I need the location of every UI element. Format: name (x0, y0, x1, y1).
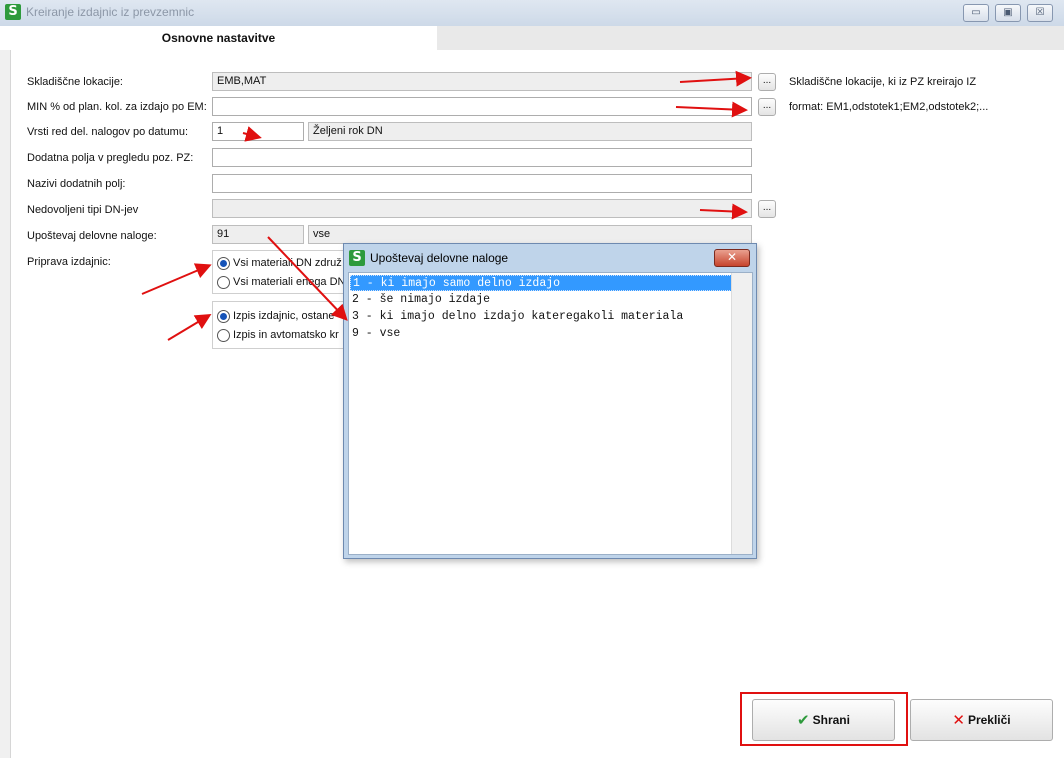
upostevaj-description: vse (308, 225, 752, 244)
skladiscne-lokacije-browse-button[interactable]: ... (758, 73, 776, 91)
min-procent-hint: format: EM1,odstotek1;EM2,odstotek2;... (789, 101, 989, 113)
list-item[interactable]: 1 - ki imajo samo delno izdajo (350, 275, 732, 291)
list-item[interactable]: 3 - ki imajo delno izdajo kateregakoli m… (350, 309, 734, 325)
vrsti-red-description: Željeni rok DN (308, 122, 752, 141)
min-procent-browse-button[interactable]: ... (758, 98, 776, 116)
checkmark-icon: ✔ (797, 712, 810, 729)
nazivi-polj-label: Nazivi dodatnih polj: (27, 178, 126, 190)
skladiscne-lokacije-label: Skladiščne lokacije: (27, 76, 123, 88)
radio-selected-icon[interactable] (217, 256, 230, 270)
skladiscne-lokacije-field[interactable]: EMB,MAT (212, 72, 752, 91)
dialog-list[interactable]: 1 - ki imajo samo delno izdajo 2 - še ni… (348, 272, 753, 555)
radio-selected-icon[interactable] (217, 309, 230, 323)
priprava-radio-group: Vsi materiali DN združ Vsi materiali ene… (212, 250, 354, 294)
cancel-button[interactable]: ✕ Prekliči (910, 699, 1053, 741)
app-logo-icon: S (349, 250, 365, 266)
radio-unselected-icon[interactable] (217, 275, 230, 289)
upostevaj-field[interactable]: 91 (212, 225, 304, 244)
radio-unselected-icon[interactable] (217, 328, 230, 342)
maximize-button[interactable]: ▣ (995, 4, 1021, 22)
izpis-option-2[interactable]: Izpis in avtomatsko kr (217, 326, 339, 344)
cross-icon: ✕ (952, 712, 965, 729)
izpis-option-1[interactable]: Izpis izdajnic, ostane (217, 307, 335, 325)
save-button[interactable]: ✔ Shrani (752, 699, 895, 741)
minimize-button[interactable]: ▭ (963, 4, 989, 22)
nazivi-polj-field[interactable] (212, 174, 752, 193)
vrsti-red-field[interactable]: 1 (212, 122, 304, 141)
tab-osnovne-nastavitve[interactable]: Osnovne nastavitve (0, 26, 438, 50)
vrsti-red-label: Vrsti red del. nalogov po datumu: (27, 126, 189, 138)
window-title: Kreiranje izdajnic iz prevzemnic (26, 5, 195, 19)
tab-empty-2 (751, 26, 1064, 51)
priprava-option-1[interactable]: Vsi materiali DN združ (217, 254, 342, 272)
dialog-scrollbar[interactable] (731, 273, 752, 554)
app-logo-icon: S (5, 4, 21, 20)
tab-strip: Osnovne nastavitve (0, 26, 1064, 51)
izpis-radio-group: Izpis izdajnic, ostane Izpis in avtomats… (212, 301, 354, 349)
priprava-option-2[interactable]: Vsi materiali enega DN (217, 273, 346, 291)
list-item[interactable]: 9 - vse (350, 326, 734, 342)
skladiscne-lokacije-hint: Skladiščne lokacije, ki iz PZ kreirajo I… (789, 76, 977, 88)
tab-empty-1 (437, 26, 752, 51)
upostevaj-label: Upoštevaj delovne naloge: (27, 230, 157, 242)
min-procent-label: MIN % od plan. kol. za izdajo po EM: (27, 101, 207, 113)
close-button[interactable]: ☒ (1027, 4, 1053, 22)
dialog-title: Upoštevaj delovne naloge (370, 251, 509, 265)
nedovoljeni-tipi-label: Nedovoljeni tipi DN-jev (27, 204, 139, 216)
dodatna-polja-field[interactable] (212, 148, 752, 167)
dialog-close-button[interactable]: ✕ (714, 249, 750, 267)
upostevaj-dialog: S Upoštevaj delovne naloge ✕ 1 - ki imaj… (343, 243, 757, 559)
priprava-label: Priprava izdajnic: (27, 256, 111, 268)
dodatna-polja-label: Dodatna polja v pregledu poz. PZ: (27, 152, 194, 164)
list-item[interactable]: 2 - še nimajo izdaje (350, 292, 734, 308)
nedovoljeni-tipi-field[interactable] (212, 199, 752, 218)
min-procent-field[interactable] (212, 97, 752, 116)
window-titlebar: S Kreiranje izdajnic iz prevzemnic ▭ ▣ ☒ (0, 0, 1064, 27)
nedovoljeni-tipi-browse-button[interactable]: ... (758, 200, 776, 218)
